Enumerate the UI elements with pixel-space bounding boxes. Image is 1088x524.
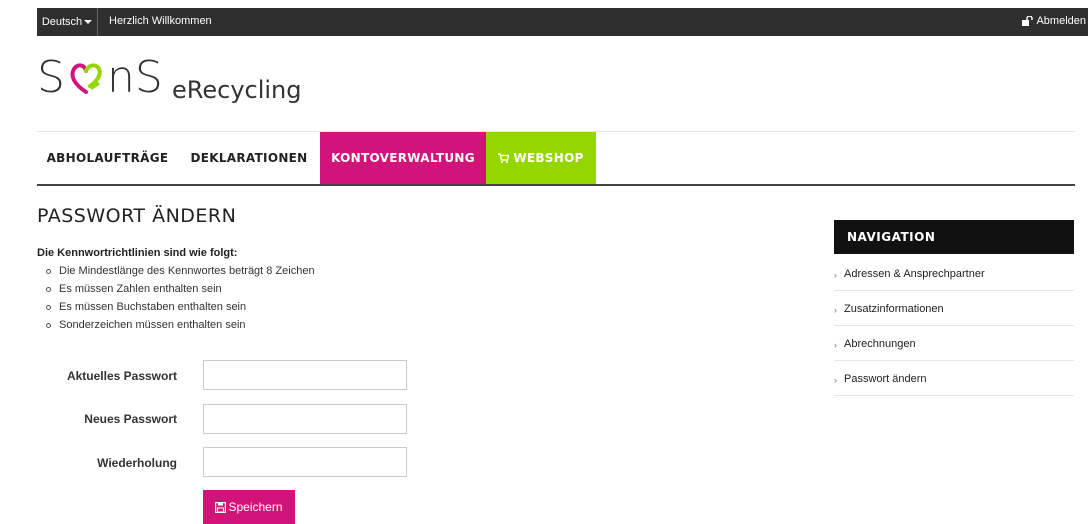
caret-down-icon [84,20,93,25]
logout-link[interactable]: Abmelden [1022,8,1086,34]
list-item: Sonderzeichen müssen enthalten sein [37,319,315,337]
sidebar-title: NAVIGATION [834,220,1074,254]
top-bar: Deutsch Herzlich Willkommen Abmelden [37,8,1088,36]
unlock-icon [1022,15,1034,26]
nav-item-webshop-label: WEBSHOP [513,151,584,165]
nav-item-webshop[interactable]: WEBSHOP [486,132,596,184]
save-button[interactable]: Speichern [203,490,295,524]
new-password-label: Neues Passwort [84,412,177,426]
sidebar-item-passwort-aendern[interactable]: › Passwort ändern [834,361,1074,396]
list-item: Es müssen Buchstaben enthalten sein [37,301,315,319]
chevron-right-icon: › [834,340,837,350]
sidebar-navigation: NAVIGATION › Adressen & Ansprechpartner ›… [834,220,1074,396]
sidebar-item-label: Abrechnungen [844,338,916,350]
welcome-text: Herzlich Willkommen [109,15,212,27]
cart-icon [498,153,510,163]
list-item: Die Mindestlänge des Kennwortes beträgt … [37,265,315,283]
chevron-right-icon: › [834,270,837,280]
repeat-password-label: Wiederholung [97,456,177,470]
language-label: Deutsch [41,16,83,28]
nav-item-abholauftraege[interactable]: ABHOLAUFTRÄGE [37,132,178,184]
list-item: Es müssen Zahlen enthalten sein [37,283,315,301]
password-rules-heading: Die Kennwortrichtlinien sind wie folgt: [37,247,238,259]
current-password-field[interactable] [203,360,407,390]
logo-letter-s: S [37,52,65,103]
language-dropdown[interactable]: Deutsch [37,8,98,36]
chevron-right-icon: › [834,305,837,315]
sidebar-item-zusatzinformationen[interactable]: › Zusatzinformationen [834,291,1074,326]
logo-letters-ns: nS [106,52,163,103]
sidebar-item-adressen[interactable]: › Adressen & Ansprechpartner [834,254,1074,291]
sidebar-item-label: Zusatzinformationen [844,303,944,315]
password-rules-list: Die Mindestlänge des Kennwortes beträgt … [37,265,315,337]
plug-heart-icon [70,63,102,94]
logo-mark: S nS [37,52,163,103]
repeat-password-field[interactable] [203,447,407,477]
floppy-disk-icon [215,502,227,514]
nav-item-kontoverwaltung[interactable]: KONTOVERWALTUNG [320,132,486,184]
logout-label: Abmelden [1036,15,1086,27]
page-title: PASSWORT ÄNDERN [37,205,237,227]
sidebar-list: › Adressen & Ansprechpartner › Zusatzinfor… [834,254,1074,396]
current-password-label: Aktuelles Passwort [66,369,177,383]
sidebar-item-abrechnungen[interactable]: › Abrechnungen [834,326,1074,361]
save-button-label: Speichern [228,500,283,514]
sidebar-item-label: Passwort ändern [844,373,927,385]
nav-item-deklarationen[interactable]: DEKLARATIONEN [178,132,320,184]
logo-subtitle: eRecycling [172,76,302,104]
sidebar-item-label: Adressen & Ansprechpartner [844,268,985,280]
nav-divider [37,184,1075,186]
new-password-field[interactable] [203,404,407,434]
chevron-right-icon: › [834,375,837,385]
